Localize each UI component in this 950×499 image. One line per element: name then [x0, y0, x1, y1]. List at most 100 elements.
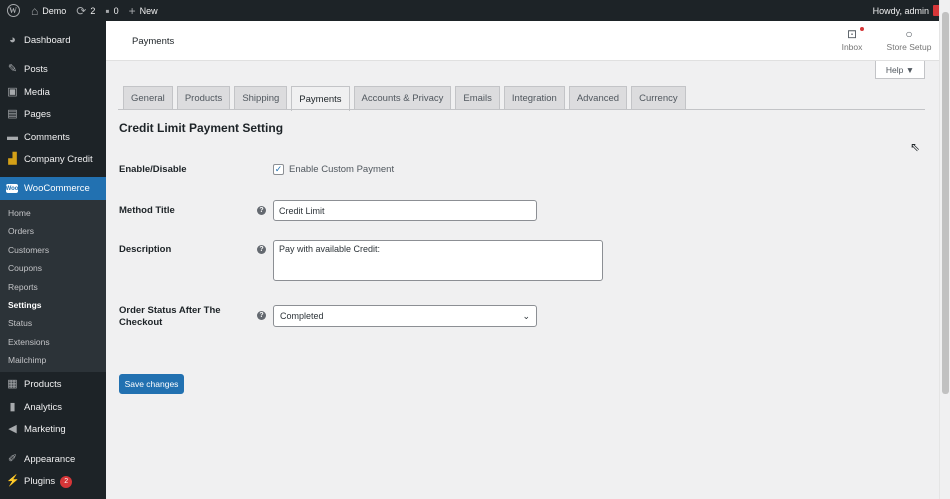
inbox-button[interactable]: ⊡ Inbox	[837, 27, 867, 52]
site-name: Demo	[42, 5, 67, 16]
menu-pages[interactable]: ▤ Pages	[0, 104, 106, 127]
megaphone-icon: ◀	[8, 423, 17, 436]
plus-icon: +	[128, 3, 136, 18]
page-title: Payments	[132, 36, 175, 47]
page-icon: ▤	[7, 108, 18, 121]
submenu-mailchimp[interactable]: Mailchimp	[0, 351, 106, 369]
tab-shipping[interactable]: Shipping	[234, 86, 288, 110]
admin-bar: W ⌂ Demo ⟳ 2 ▪ 0 + New Howdy, admin	[0, 0, 950, 21]
menu-label: Appearance	[24, 453, 76, 465]
enable-custom-payment-label[interactable]: Enable Custom Payment	[289, 164, 394, 175]
order-status-select[interactable]: Completed ⌄	[273, 305, 537, 327]
description-textarea[interactable]	[273, 240, 603, 281]
menu-label: WooCommerce	[24, 183, 90, 194]
menu-label: Analytics	[24, 401, 63, 413]
menu-analytics[interactable]: ▮ Analytics	[0, 396, 106, 419]
menu-media[interactable]: ▣ Media	[0, 81, 106, 104]
section-heading: Credit Limit Payment Setting	[119, 121, 284, 135]
help-tip-icon[interactable]: ?	[257, 206, 266, 215]
tabs-divider	[118, 109, 925, 110]
progress-circle-icon: ○	[905, 27, 913, 41]
dashboard-icon: ◕	[9, 33, 16, 46]
submenu-orders[interactable]: Orders	[0, 222, 106, 240]
plugins-update-badge: 2	[60, 475, 73, 488]
notification-dot	[860, 27, 864, 31]
order-status-label: Order Status After The Checkout	[119, 305, 221, 328]
comment-icon: ▬	[7, 130, 18, 143]
inbox-label: Inbox	[841, 42, 863, 52]
submenu-home[interactable]: Home	[0, 204, 106, 222]
method-title-input[interactable]	[273, 200, 537, 221]
home-icon: ⌂	[31, 3, 39, 18]
menu-label: Products	[24, 379, 62, 391]
woocommerce-header: Payments ⊡ Inbox ○ Store Setup	[106, 21, 939, 61]
store-setup-label: Store Setup	[886, 42, 932, 52]
save-changes-button[interactable]: Save changes	[119, 374, 184, 394]
menu-woocommerce[interactable]: Woo WooCommerce	[0, 177, 106, 200]
submenu-settings[interactable]: Settings	[0, 296, 106, 314]
submenu-reports[interactable]: Reports	[0, 278, 106, 296]
menu-marketing[interactable]: ◀ Marketing	[0, 419, 106, 442]
menu-label: Comments	[24, 131, 70, 143]
refresh-icon: ⟳	[76, 3, 87, 18]
brush-icon: ✐	[7, 452, 18, 465]
analytics-icon: ▮	[9, 400, 16, 413]
chevron-down-icon: ⌄	[522, 310, 530, 321]
menu-label: Media	[24, 86, 50, 98]
tab-currency[interactable]: Currency	[631, 86, 686, 110]
tab-accounts-privacy[interactable]: Accounts & Privacy	[353, 86, 452, 110]
bar-chart-icon: ▟	[8, 153, 17, 166]
wordpress-logo-icon[interactable]: W	[0, 0, 26, 21]
new-label: New	[139, 5, 158, 16]
pin-icon: ✎	[7, 63, 18, 76]
updates-link[interactable]: ⟳ 2	[71, 0, 100, 21]
help-tip-icon[interactable]: ?	[257, 245, 266, 254]
store-setup-button[interactable]: ○ Store Setup	[884, 27, 934, 52]
menu-label: Marketing	[24, 424, 66, 436]
media-icon: ▣	[7, 85, 18, 98]
order-status-value: Completed	[280, 311, 324, 321]
tab-payments[interactable]: Payments	[291, 86, 350, 111]
plug-icon: ⚡	[6, 475, 20, 488]
tab-products[interactable]: Products	[176, 86, 231, 110]
new-content-link[interactable]: + New	[124, 0, 163, 21]
menu-plugins[interactable]: ⚡ Plugins 2	[0, 471, 106, 494]
enable-custom-payment-checkbox[interactable]: ✓	[273, 164, 284, 175]
menu-label: Posts	[24, 64, 48, 76]
menu-products[interactable]: ▦ Products	[0, 374, 106, 397]
howdy-text: Howdy, admin	[872, 5, 929, 16]
comment-bubble-icon: ▪	[105, 3, 110, 18]
menu-posts[interactable]: ✎ Posts	[0, 59, 106, 82]
menu-company-credit[interactable]: ▟ Company Credit	[0, 149, 106, 172]
menu-appearance[interactable]: ✐ Appearance	[0, 448, 106, 471]
settings-tabs: General Products Shipping Payments Accou…	[123, 86, 690, 111]
tab-general[interactable]: General	[123, 86, 173, 110]
comments-count: 0	[113, 5, 119, 16]
tab-emails[interactable]: Emails	[455, 86, 500, 110]
enable-disable-label: Enable/Disable	[119, 164, 187, 175]
page-scrollbar[interactable]	[939, 0, 950, 499]
help-tab[interactable]: Help ▼	[875, 61, 925, 79]
tab-integration[interactable]: Integration	[503, 86, 565, 110]
tab-advanced[interactable]: Advanced	[568, 86, 628, 110]
inbox-icon: ⊡	[837, 27, 867, 42]
submenu-coupons[interactable]: Coupons	[0, 259, 106, 277]
submenu-customers[interactable]: Customers	[0, 241, 106, 259]
menu-label: Company Credit	[24, 154, 93, 166]
admin-sidebar: ◕ Dashboard ✎ Posts ▣ Media ▤ Pages ▬ Comment…	[0, 21, 106, 499]
method-title-label: Method Title	[119, 205, 175, 216]
submenu-extensions[interactable]: Extensions	[0, 333, 106, 351]
menu-label: Pages	[24, 109, 51, 121]
site-name-link[interactable]: ⌂ Demo	[26, 0, 71, 21]
woocommerce-submenu: Home Orders Customers Coupons Reports Se…	[0, 200, 106, 372]
menu-comments[interactable]: ▬ Comments	[0, 126, 106, 149]
comments-link[interactable]: ▪ 0	[100, 0, 123, 21]
help-tip-icon[interactable]: ?	[257, 311, 266, 320]
scrollbar-thumb[interactable]	[942, 12, 949, 394]
description-label: Description	[119, 244, 172, 255]
menu-dashboard[interactable]: ◕ Dashboard	[0, 29, 106, 52]
menu-label: Plugins	[24, 476, 56, 488]
submenu-status[interactable]: Status	[0, 314, 106, 332]
woo-icon: Woo	[5, 184, 19, 193]
archive-icon: ▦	[7, 378, 18, 391]
